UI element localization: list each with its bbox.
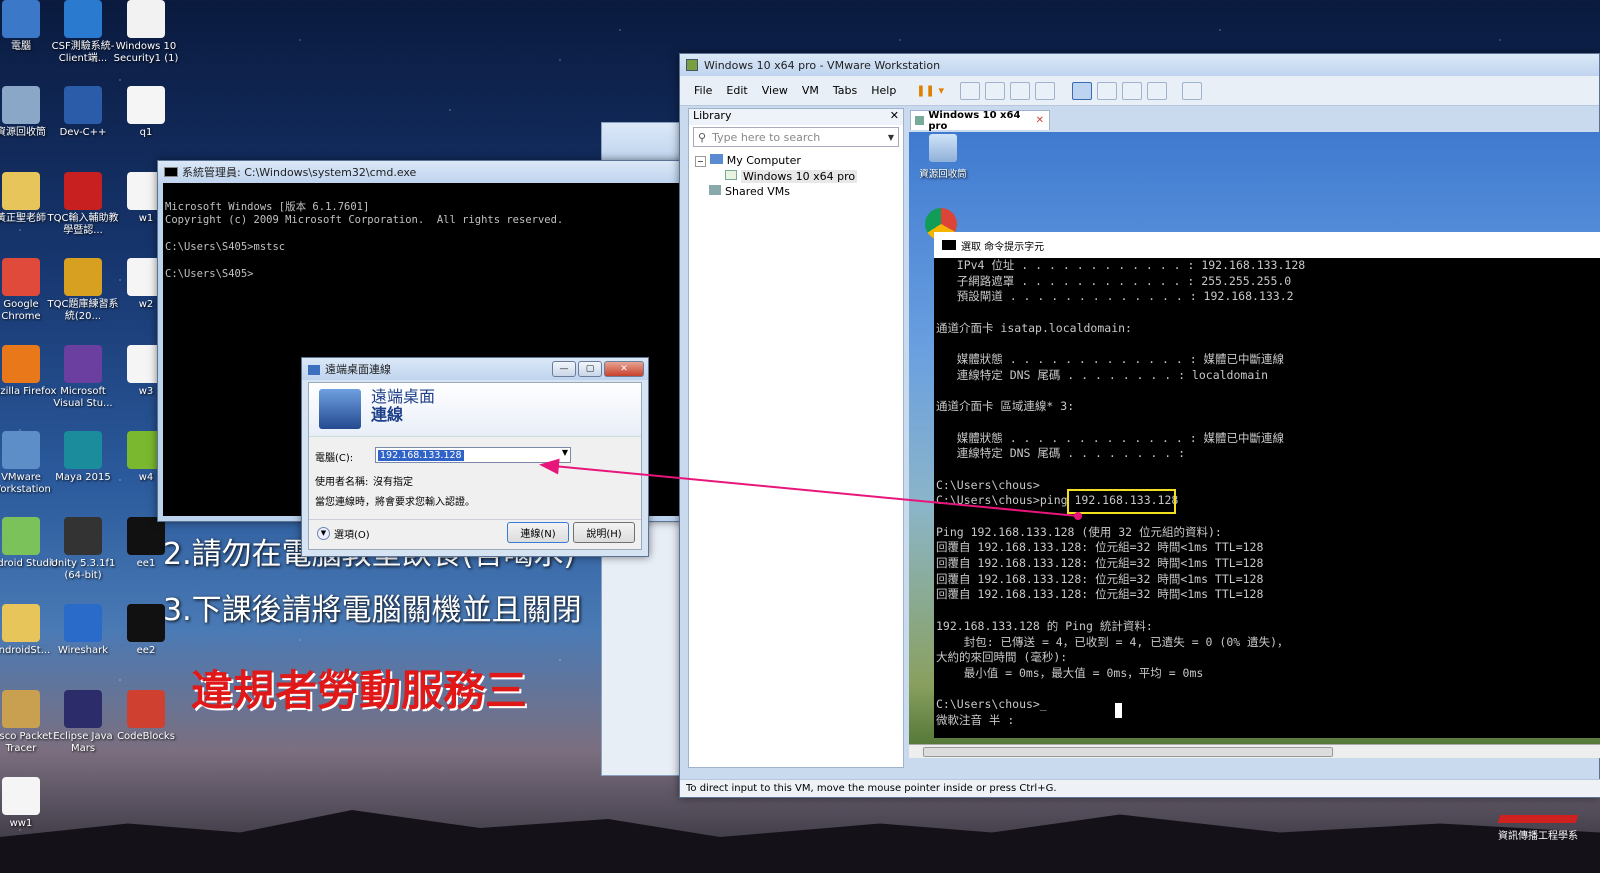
annotation-arrow: [539, 458, 1079, 517]
dept-name: 資訊傳播工程學系: [1498, 831, 1578, 842]
annotation-layer: [539, 458, 1082, 520]
annotation-dot: [1074, 512, 1082, 520]
dept-logo-mark: [1497, 815, 1579, 823]
dept-logo: 資訊傳播工程學系: [1483, 815, 1593, 842]
